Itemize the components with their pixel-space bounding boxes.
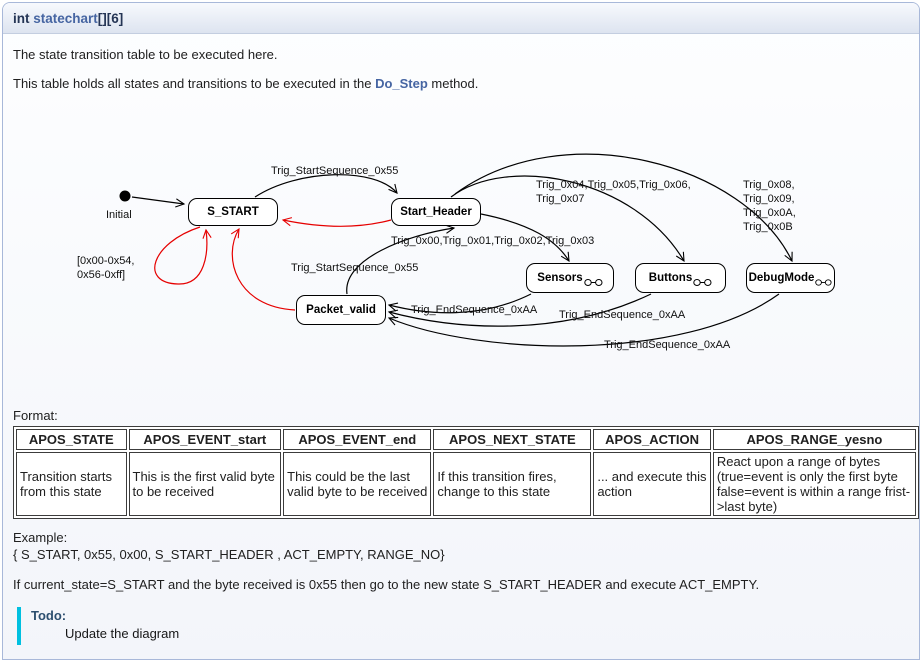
column-header: APOS_EVENT_start: [129, 429, 282, 450]
format-header-row: APOS_STATE APOS_EVENT_start APOS_EVENT_e…: [16, 429, 916, 450]
todo-text: Update the diagram: [65, 626, 909, 641]
substate-icon: [815, 278, 832, 287]
state-debug-mode[interactable]: DebugMode: [746, 263, 835, 293]
transition-label-start-sequence-top: Trig_StartSequence_0x55: [271, 164, 398, 178]
substate-icon: [693, 278, 712, 287]
initial-state-label: Initial: [106, 208, 132, 222]
state-s-start[interactable]: S_START: [188, 198, 278, 226]
example-block: Example: { S_START, 0x55, 0x00, S_START_H…: [13, 529, 909, 563]
column-desc: ... and execute this action: [593, 452, 711, 516]
state-sensors[interactable]: Sensors: [526, 263, 614, 293]
state-label: Sensors: [537, 272, 582, 284]
example-code: { S_START, 0x55, 0x00, S_START_HEADER , …: [13, 547, 445, 562]
todo-block: Todo: Update the diagram: [17, 607, 909, 645]
transition-initial-to-sstart: [132, 197, 184, 204]
array-suffix: [][6]: [98, 11, 124, 26]
state-start-header[interactable]: Start_Header: [391, 198, 481, 226]
transition-label-end-sequence-debug: Trig_EndSequence_0xAA: [604, 338, 730, 352]
member-doc-panel: int statechart[][6] The state transition…: [2, 2, 920, 660]
column-desc: If this transition fires, change to this…: [433, 452, 591, 516]
column-header: APOS_EVENT_end: [283, 429, 431, 450]
column-desc: React upon a range of bytes (true=event …: [713, 452, 916, 516]
todo-label: Todo:: [31, 608, 909, 623]
transition-packetvalid-to-sstart: [232, 229, 295, 310]
column-desc: Transition starts from this state: [16, 452, 127, 516]
column-desc: This could be the last valid byte to be …: [283, 452, 431, 516]
column-header: APOS_RANGE_yesno: [713, 429, 916, 450]
format-desc-row: Transition starts from this state This i…: [16, 452, 916, 516]
type-keyword: int: [13, 11, 30, 26]
format-label: Format:: [13, 408, 909, 423]
transition-wires: [3, 126, 920, 378]
state-label: S_START: [207, 206, 259, 218]
column-desc: This is the first valid byte to be recei…: [129, 452, 282, 516]
initial-state-dot: [120, 191, 131, 202]
transition-label-end-sequence-buttons: Trig_EndSequence_0xAA: [559, 308, 685, 322]
description-line-1: The state transition table to be execute…: [13, 47, 909, 63]
transition-label-trig-00-03: Trig_0x00,Trig_0x01,Trig_0x02,Trig_0x03: [391, 234, 594, 248]
transition-label-range-bytes: [0x00-0x54, 0x56-0xff]: [77, 254, 134, 282]
column-header: APOS_STATE: [16, 429, 127, 450]
example-explanation: If current_state=S_START and the byte re…: [13, 577, 909, 592]
transition-label-end-sequence-sensors: Trig_EndSequence_0xAA: [411, 303, 537, 317]
description-line-2: This table holds all states and transiti…: [13, 76, 909, 92]
member-doc-body: The state transition table to be execute…: [3, 47, 919, 659]
transition-label-trig-04-07: Trig_0x04,Trig_0x05,Trig_0x06, Trig_0x07: [536, 178, 691, 206]
column-header: APOS_ACTION: [593, 429, 711, 450]
state-packet-valid[interactable]: Packet_valid: [296, 295, 386, 325]
example-label: Example:: [13, 530, 67, 545]
format-table: APOS_STATE APOS_EVENT_start APOS_EVENT_e…: [13, 426, 919, 519]
description-line-2-prefix: This table holds all states and transiti…: [13, 76, 375, 91]
substate-icon: [584, 278, 603, 287]
do-step-link[interactable]: Do_Step: [375, 76, 428, 91]
state-buttons[interactable]: Buttons: [635, 263, 726, 293]
transition-label-start-sequence-mid: Trig_StartSequence_0x55: [291, 261, 418, 275]
member-title-bar: int statechart[][6]: [3, 3, 919, 34]
transition-sstart-to-startheader: [255, 175, 397, 197]
statechart-diagram: S_START Start_Header Sensors Buttons: [3, 126, 920, 378]
column-header: APOS_NEXT_STATE: [433, 429, 591, 450]
state-label: DebugMode: [749, 272, 815, 284]
transition-startheader-to-sstart: [283, 220, 391, 226]
state-label: Packet_valid: [306, 304, 376, 316]
description-line-2-suffix: method.: [428, 76, 479, 91]
member-name-link[interactable]: statechart: [33, 11, 98, 26]
state-label: Start_Header: [400, 206, 472, 218]
transition-label-trig-08-0b: Trig_0x08, Trig_0x09, Trig_0x0A, Trig_0x…: [743, 178, 796, 234]
transition-sstart-self-loop: [155, 227, 207, 284]
state-label: Buttons: [649, 272, 692, 284]
